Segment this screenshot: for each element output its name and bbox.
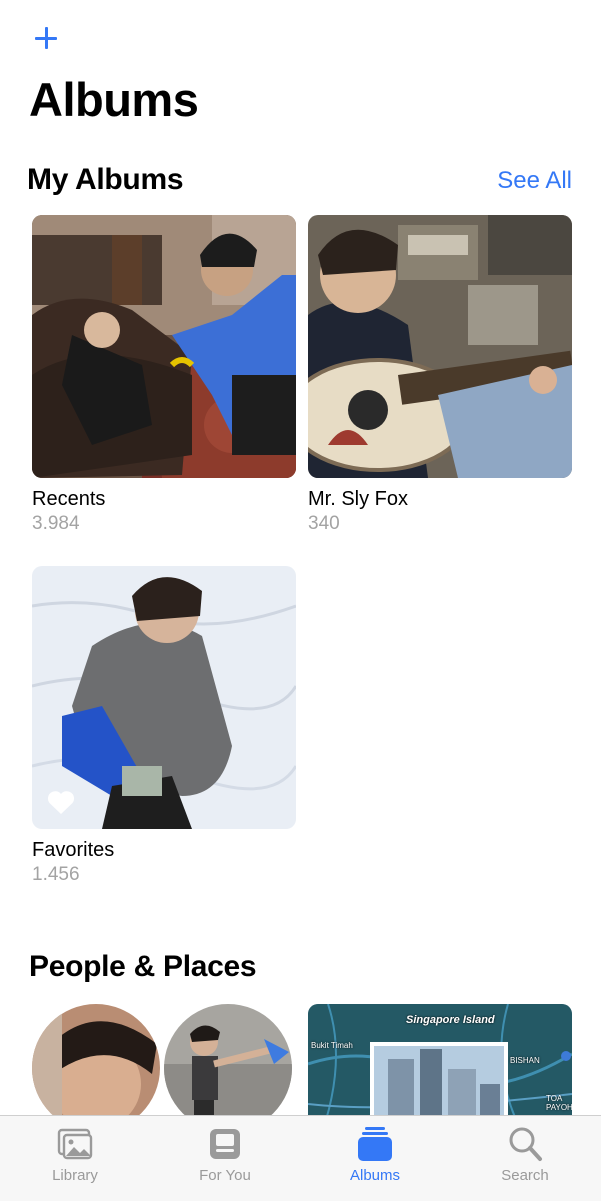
search-icon [509,1127,542,1161]
album-name: Favorites [32,839,115,861]
albums-icon [358,1127,392,1161]
album-name: Mr. Sly Fox [308,488,409,510]
tab-library[interactable]: Library [0,1116,150,1201]
person-thumbnail[interactable] [164,1004,292,1132]
album-count: 3.984 [32,513,80,534]
map-label: TOA PAYOH [546,1094,572,1112]
album-mr-sly-fox[interactable]: Mr. Sly Fox 340 [308,215,572,535]
people-places-heading: People & Places [29,950,257,983]
page-title: Albums [29,73,199,126]
for-you-icon [210,1129,240,1159]
tab-label: Library [52,1167,98,1184]
album-favorites[interactable]: Favorites 1.456 [32,566,296,886]
tab-for-you[interactable]: For You [150,1116,300,1201]
album-count: 340 [308,513,340,534]
heart-icon [47,791,75,814]
map-label: Bukit Timah [311,1041,353,1050]
album-thumbnail [32,215,296,478]
photo-library-icon [57,1128,93,1160]
person-thumbnail[interactable] [32,1004,160,1132]
map-label: Singapore Island [406,1014,495,1026]
tab-bar: Library For You Albums Search [0,1115,601,1201]
tab-albums[interactable]: Albums [300,1116,450,1201]
map-label: BISHAN [510,1056,540,1065]
tab-label: Albums [349,1167,401,1184]
album-name: Recents [32,488,106,510]
tab-label: For You [199,1167,251,1184]
see-all-link[interactable]: See All [497,167,572,195]
album-thumbnail [308,215,572,478]
album-thumbnail [32,566,296,829]
add-album-button[interactable] [32,24,60,52]
album-count: 1.456 [32,864,80,885]
tab-label: Search [501,1167,549,1184]
my-albums-heading: My Albums [27,163,184,196]
album-recents[interactable]: Recents 3.984 [32,215,296,535]
tab-search[interactable]: Search [450,1116,600,1201]
